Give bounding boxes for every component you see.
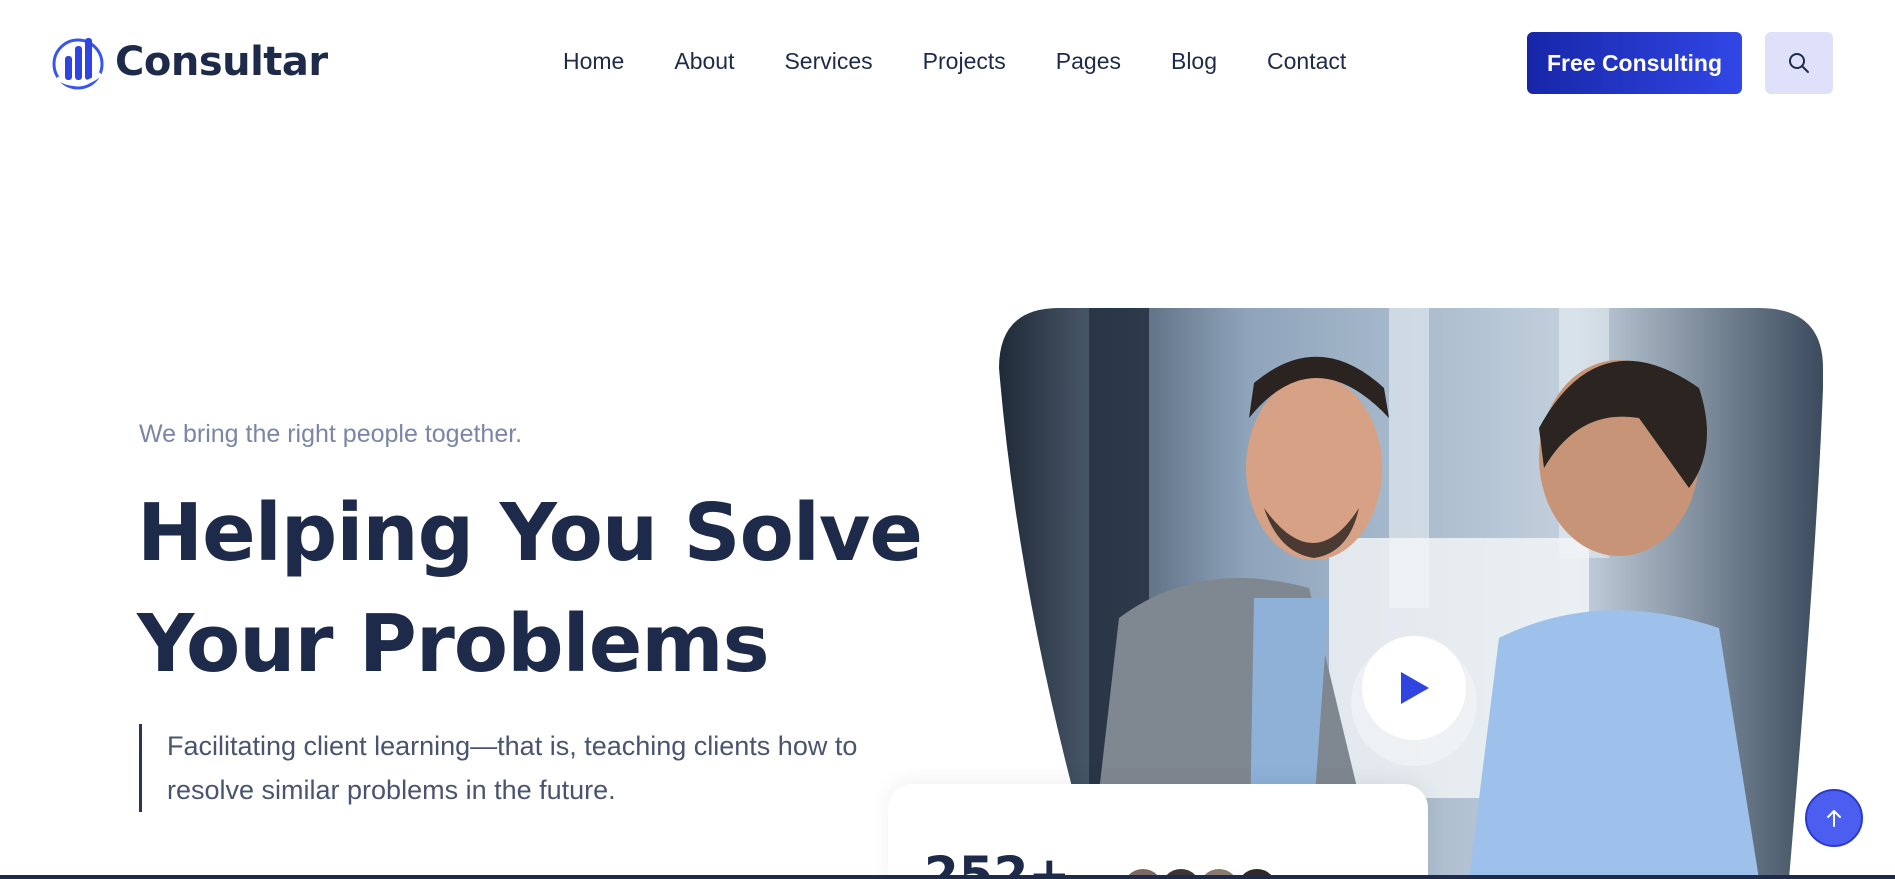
logo[interactable]: Consultar (51, 34, 328, 90)
free-consulting-button[interactable]: Free Consulting (1527, 32, 1742, 94)
nav-projects[interactable]: Projects (923, 48, 1006, 75)
site-header: Consultar Home About Services Projects P… (0, 0, 1895, 126)
hero-tagline: We bring the right people together. (139, 420, 523, 448)
hero-headline: Helping You Solve Your Problems (137, 478, 937, 700)
headline-line-2: Your Problems (137, 598, 770, 690)
nav-about[interactable]: About (674, 48, 734, 75)
hero-quote: Facilitating client learning—that is, te… (139, 724, 899, 812)
play-video-button[interactable] (1362, 636, 1466, 740)
stats-card: 252+ (888, 784, 1428, 879)
nav-home[interactable]: Home (563, 48, 624, 75)
play-icon (1401, 672, 1429, 704)
nav-services[interactable]: Services (784, 48, 872, 75)
main-nav: Home About Services Projects Pages Blog … (563, 48, 1346, 75)
nav-blog[interactable]: Blog (1171, 48, 1217, 75)
scroll-to-top-button[interactable] (1805, 789, 1863, 847)
bottom-edge (0, 875, 1895, 879)
search-button[interactable] (1765, 32, 1833, 94)
arrow-up-icon (1827, 810, 1841, 827)
nav-contact[interactable]: Contact (1267, 48, 1346, 75)
logo-icon (52, 38, 104, 90)
logo-text: Consultar (115, 39, 328, 85)
nav-pages[interactable]: Pages (1056, 48, 1121, 75)
search-icon (1789, 53, 1809, 73)
headline-line-1: Helping You Solve (137, 487, 923, 579)
